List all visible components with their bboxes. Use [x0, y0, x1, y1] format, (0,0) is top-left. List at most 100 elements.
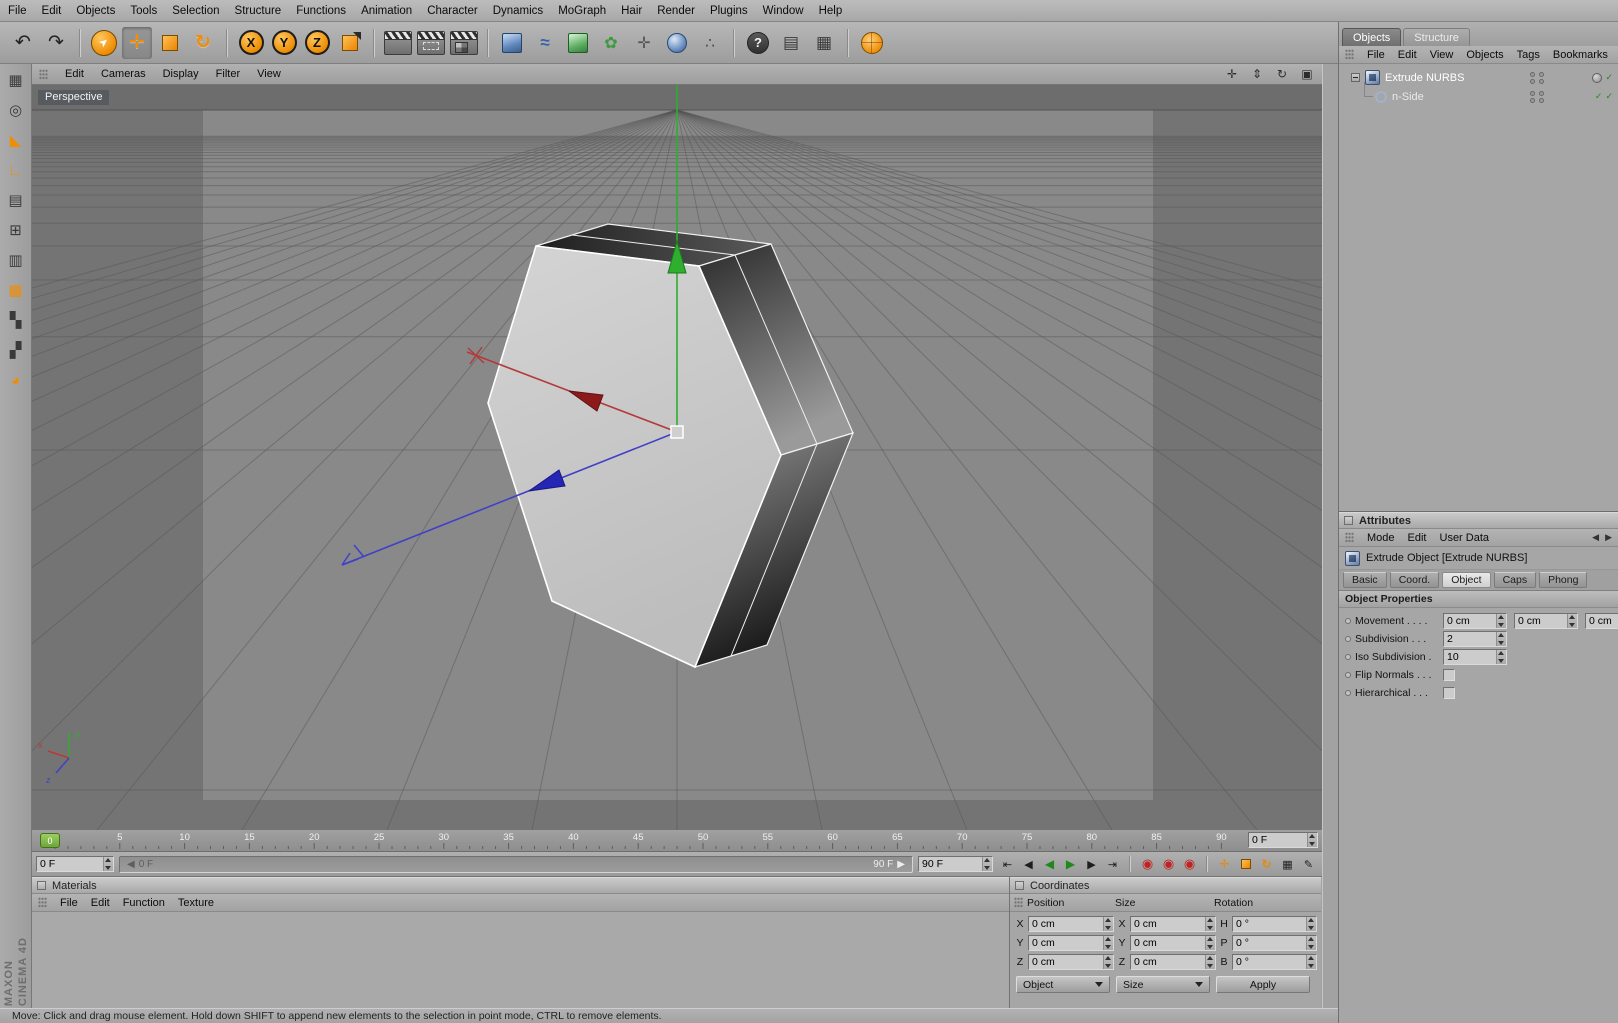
size-y-field[interactable]: 0 cm — [1130, 935, 1216, 951]
tab-basic[interactable]: Basic — [1343, 572, 1387, 588]
spinner[interactable] — [1103, 936, 1113, 950]
add-particles-button[interactable]: ∴ — [695, 27, 725, 59]
size-mode-dropdown[interactable]: Size — [1116, 976, 1210, 993]
spinner[interactable] — [1496, 632, 1506, 646]
menu-plugins[interactable]: Plugins — [710, 5, 748, 17]
spinner[interactable] — [1205, 955, 1215, 969]
render-region-button[interactable] — [416, 27, 446, 59]
prev-frame-button[interactable]: ◀ — [1019, 855, 1038, 874]
add-modifier-button[interactable]: ✿ — [596, 27, 626, 59]
snap-button[interactable]: ◣ — [3, 127, 29, 153]
menu-file[interactable]: File — [8, 5, 27, 17]
pos-z-field[interactable]: 0 cm — [1028, 954, 1114, 970]
object-manager-tree[interactable]: Extrude NURBS ✓ n-Side ✓ ✓ — [1339, 64, 1618, 511]
panel-grip[interactable] — [1345, 532, 1354, 543]
key-parameter-button[interactable]: ▦ — [1278, 855, 1297, 874]
spinner[interactable] — [1567, 614, 1577, 628]
goto-start-button[interactable]: ⇤ — [998, 855, 1017, 874]
record-button[interactable]: ◉ — [1138, 855, 1157, 874]
enabled-check-icon[interactable]: ✓ — [1595, 91, 1603, 102]
layer-tag-icon[interactable] — [1592, 72, 1603, 83]
goto-end-button[interactable]: ⇥ — [1103, 855, 1122, 874]
attributes-menu-edit[interactable]: Edit — [1408, 532, 1427, 544]
spinner[interactable] — [1103, 917, 1113, 931]
flip-normals-checkbox[interactable] — [1443, 669, 1455, 681]
movement-x-field[interactable]: 0 cm — [1443, 613, 1507, 629]
render-settings-button[interactable] — [449, 27, 479, 59]
object-label[interactable]: Extrude NURBS — [1385, 72, 1464, 84]
iso-subdivision-field[interactable]: 10 — [1443, 649, 1507, 665]
render-visibility-dot[interactable] — [1530, 78, 1535, 84]
tree-row-nside[interactable]: n-Side ✓ ✓ — [1339, 82, 1618, 106]
spinner[interactable] — [1307, 833, 1317, 847]
lock-x-button[interactable]: X — [236, 27, 266, 59]
spinner[interactable] — [1496, 650, 1506, 664]
pan-view-icon[interactable]: ✛ — [1224, 66, 1240, 82]
editor-visibility-dot[interactable] — [1530, 71, 1535, 77]
attributes-menu-userdata[interactable]: User Data — [1440, 532, 1490, 544]
apply-button[interactable]: Apply — [1216, 976, 1310, 993]
tab-object[interactable]: Object — [1442, 572, 1491, 588]
spinner[interactable] — [1306, 936, 1316, 950]
rot-p-field[interactable]: 0 ° — [1232, 935, 1317, 951]
size-z-field[interactable]: 0 cm — [1130, 954, 1216, 970]
materials-menu-file[interactable]: File — [60, 897, 78, 909]
objects-menu-tags[interactable]: Tags — [1517, 49, 1540, 61]
tab-coord[interactable]: Coord. — [1389, 572, 1440, 588]
move-tool-button[interactable]: ✛ — [122, 26, 152, 59]
add-nurbs-button[interactable] — [563, 27, 593, 59]
panel-box-icon[interactable] — [37, 881, 46, 890]
spinner[interactable] — [1205, 936, 1215, 950]
panel-grip[interactable] — [1014, 897, 1023, 908]
menu-hair[interactable]: Hair — [621, 5, 642, 17]
workplane-button[interactable]: ▥ — [3, 247, 29, 273]
pos-x-field[interactable]: 0 cm — [1028, 916, 1114, 932]
menu-animation[interactable]: Animation — [361, 5, 412, 17]
menu-tools[interactable]: Tools — [130, 5, 157, 17]
pos-y-field[interactable]: 0 cm — [1028, 935, 1114, 951]
menu-help[interactable]: Help — [819, 5, 843, 17]
vp-menu-view[interactable]: View — [257, 68, 281, 80]
next-frame-button[interactable]: ▶ — [1082, 855, 1101, 874]
command-palette-button[interactable]: ▦ — [809, 27, 839, 59]
key-rotation-button[interactable]: ↻ — [1257, 855, 1276, 874]
rotate-view-icon[interactable]: ↻ — [1274, 66, 1290, 82]
checker-b-button[interactable]: ▞ — [3, 337, 29, 363]
render-visibility-dot[interactable] — [1539, 97, 1544, 103]
panel-box-icon[interactable] — [1015, 881, 1024, 890]
autokey-button[interactable]: ◉ — [1159, 855, 1178, 874]
history-back-icon[interactable]: ◀ — [1592, 532, 1599, 543]
key-position-button[interactable]: ✛ — [1215, 855, 1234, 874]
size-x-field[interactable]: 0 cm — [1130, 916, 1216, 932]
enabled-check-icon[interactable]: ✓ — [1605, 72, 1613, 83]
vp-menu-display[interactable]: Display — [163, 68, 199, 80]
menu-mograph[interactable]: MoGraph — [558, 5, 606, 17]
menu-structure[interactable]: Structure — [235, 5, 282, 17]
menu-edit[interactable]: Edit — [42, 5, 62, 17]
materials-menu-texture[interactable]: Texture — [178, 897, 214, 909]
key-edit-button[interactable]: ✎ — [1299, 855, 1318, 874]
timeline-ruler[interactable]: 051015202530354045505560657075808590 0 0… — [32, 830, 1322, 852]
vp-menu-edit[interactable]: Edit — [65, 68, 84, 80]
redo-button[interactable]: ↷ — [41, 27, 71, 59]
expand-toggle-icon[interactable] — [1351, 73, 1360, 82]
spinner[interactable] — [1496, 614, 1506, 628]
array-button[interactable]: ▤ — [3, 187, 29, 213]
current-frame-field[interactable]: 0 F — [1248, 832, 1318, 848]
pie-button[interactable]: ◕ — [3, 367, 29, 393]
movement-z-field[interactable]: 0 cm — [1585, 613, 1618, 629]
vp-menu-cameras[interactable]: Cameras — [101, 68, 146, 80]
keyframe-dot-icon[interactable] — [1345, 636, 1351, 642]
add-spline-button[interactable]: ≈ — [530, 27, 560, 59]
menu-window[interactable]: Window — [763, 5, 804, 17]
add-cube-button[interactable] — [497, 27, 527, 59]
objects-menu-objects[interactable]: Objects — [1466, 49, 1503, 61]
objects-menu-file[interactable]: File — [1367, 49, 1385, 61]
rotate-tool-button[interactable]: ↻ — [188, 27, 218, 59]
spinner[interactable] — [1306, 917, 1316, 931]
spinner[interactable] — [103, 857, 113, 871]
zoom-view-icon[interactable]: ⇕ — [1249, 66, 1265, 82]
spinner[interactable] — [1205, 917, 1215, 931]
spinner[interactable] — [982, 857, 992, 871]
viewport-camera-label[interactable]: Perspective — [38, 90, 110, 105]
